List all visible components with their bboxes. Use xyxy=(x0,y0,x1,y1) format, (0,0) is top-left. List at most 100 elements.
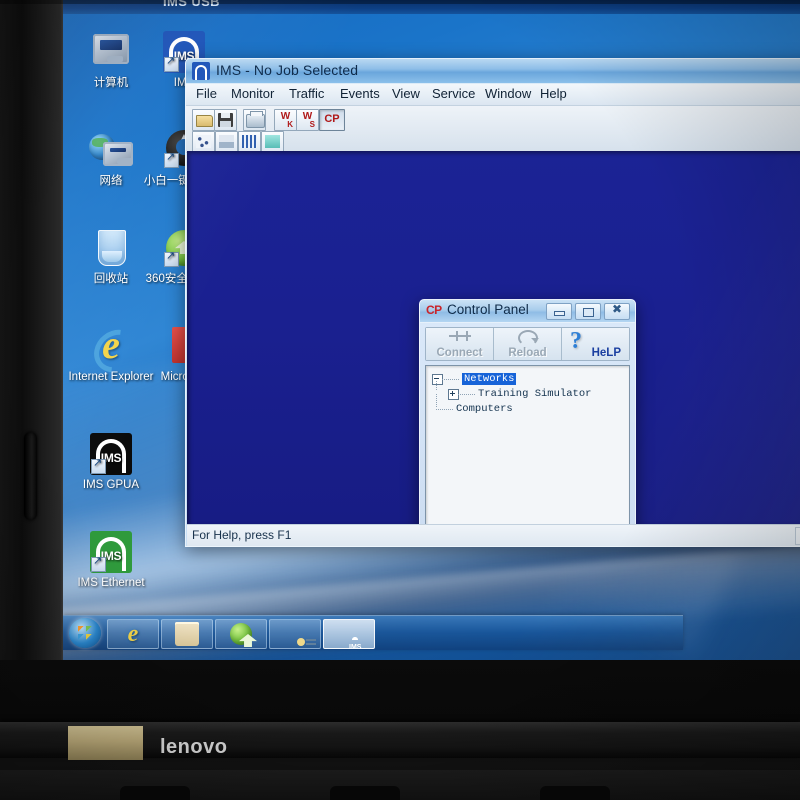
ims-window-title: IMS - No Job Selected xyxy=(216,62,359,78)
ims-icon xyxy=(192,62,210,80)
minimize-icon xyxy=(547,304,571,319)
menu-item-view[interactable]: View xyxy=(390,86,422,101)
tree-item-label: Computers xyxy=(456,403,513,415)
tree-connector xyxy=(458,394,476,395)
internet-explorer-icon: e xyxy=(85,321,147,381)
status-help-text: For Help, press F1 xyxy=(192,528,292,542)
toolbar-grid-view-button[interactable] xyxy=(238,131,261,152)
connect-button-label: Connect xyxy=(436,347,483,359)
save-floppy-icon xyxy=(218,113,233,127)
tree-connector xyxy=(436,394,437,408)
tree-item-networks[interactable]: Networks xyxy=(426,372,629,387)
ims-gpua-icon: IMS xyxy=(89,432,133,476)
toolbar-cp-button[interactable]: CP xyxy=(319,109,345,131)
ims-ethernet-icon: IMS xyxy=(89,530,133,574)
desktop-screen: IMS USB 计算机 网络 回收站 e Internet Explorer I… xyxy=(63,0,800,660)
control-panel-title: Control Panel xyxy=(447,302,529,317)
tree-item-training-simulator[interactable]: Training Simulator xyxy=(426,381,629,402)
maximize-icon xyxy=(576,304,600,319)
control-panel-dialog[interactable]: CP Control Panel Connect xyxy=(419,299,636,546)
ims-toolbar[interactable]: W K W S CP xyxy=(186,106,800,153)
photo-of-laptop-screen: IMS USB 计算机 网络 回收站 e Internet Explorer I… xyxy=(0,0,800,800)
control-panel-title-bar[interactable]: CP Control Panel xyxy=(420,300,635,323)
connect-icon xyxy=(448,331,471,341)
toolbar-scatter-view-button[interactable] xyxy=(192,131,215,152)
reload-button[interactable]: Reload xyxy=(494,328,562,360)
internet-explorer-icon: e xyxy=(127,621,139,647)
menu-item-service[interactable]: Service xyxy=(430,86,477,101)
desktop-icon-ims-gpua[interactable]: IMS IMS GPUA xyxy=(68,432,154,492)
laptop-deck-vent xyxy=(330,786,400,800)
reload-button-label: Reload xyxy=(508,347,547,359)
network-icon xyxy=(89,128,133,172)
windows-taskbar[interactable]: e IMS xyxy=(63,615,683,651)
reload-icon xyxy=(517,330,539,346)
mdi-client-area[interactable]: CP Control Panel Connect xyxy=(187,151,800,546)
taskbar-item-device-manager[interactable] xyxy=(269,619,321,649)
laptop-latch xyxy=(24,432,37,520)
open-folder-icon xyxy=(196,115,213,127)
laptop-deck-vent xyxy=(540,786,610,800)
toolbar-open-button[interactable] xyxy=(192,109,215,131)
wk-icon-sub: K xyxy=(287,120,293,129)
taskbar-item-360-browser[interactable] xyxy=(215,619,267,649)
tree-connector xyxy=(442,379,460,380)
taskbar-item-ims[interactable]: IMS xyxy=(323,619,375,651)
maximize-button[interactable] xyxy=(575,303,601,320)
control-panel-body: Connect Reload ? HeLP Networks Training … xyxy=(420,322,635,546)
toolbar-list-view-button[interactable] xyxy=(215,131,238,152)
ims-menu-bar[interactable]: File Monitor Traffic Events View Service… xyxy=(186,84,800,106)
close-icon xyxy=(605,302,629,319)
close-button[interactable] xyxy=(604,302,630,320)
cp-icon: CP xyxy=(426,303,442,317)
laptop-hinge-gold-trim xyxy=(68,726,143,760)
laptop-left-bezel xyxy=(0,0,63,712)
menu-item-file[interactable]: File xyxy=(194,86,219,101)
tree-item-label: Training Simulator xyxy=(478,388,592,400)
start-button[interactable] xyxy=(69,618,101,648)
desktop-icon-ims-ethernet[interactable]: IMS IMS Ethernet xyxy=(68,530,154,590)
360-browser-icon xyxy=(230,623,252,645)
minimize-button[interactable] xyxy=(546,303,572,320)
menu-item-events[interactable]: Events xyxy=(338,86,382,101)
toolbar-save-button[interactable] xyxy=(214,109,237,131)
top-shadow xyxy=(0,0,800,4)
menu-item-window[interactable]: Window xyxy=(483,86,533,101)
recycle-bin-icon xyxy=(89,226,133,270)
control-panel-button-bar: Connect Reload ? HeLP xyxy=(425,327,630,361)
toolbar-wk-button[interactable]: W K xyxy=(274,109,297,131)
help-button-label: HeLP xyxy=(591,347,621,359)
grid-view-icon xyxy=(242,135,257,148)
laptop-deck-vent xyxy=(120,786,190,800)
network-tree-view[interactable]: Networks Training Simulator Computers xyxy=(425,365,630,546)
connect-button[interactable]: Connect xyxy=(426,328,494,360)
menu-item-traffic[interactable]: Traffic xyxy=(287,86,326,101)
printer-icon xyxy=(246,111,265,128)
scatter-view-icon xyxy=(196,135,211,148)
ims-status-bar: For Help, press F1 No Device C xyxy=(187,524,800,546)
toolbar-print-button[interactable] xyxy=(243,109,266,131)
tree-item-computers[interactable]: Computers xyxy=(426,394,629,417)
ims-application-window[interactable]: IMS - No Job Selected File Monitor Traff… xyxy=(185,58,800,547)
menu-item-help[interactable]: Help xyxy=(538,86,569,101)
folder-icon xyxy=(175,622,199,646)
lenovo-logo: lenovo xyxy=(160,736,228,758)
status-device-text: No Device C xyxy=(794,527,800,545)
taskbar-item-internet-explorer[interactable]: e xyxy=(107,619,159,649)
desktop-icon-label: IMS GPUA xyxy=(82,479,140,491)
toolbar-panel-view-button[interactable] xyxy=(261,131,284,152)
computer-icon xyxy=(89,30,133,74)
help-button[interactable]: ? HeLP xyxy=(562,328,629,360)
tree-connector xyxy=(436,381,437,391)
taskbar-item-file-explorer[interactable] xyxy=(161,619,213,649)
list-view-icon xyxy=(219,135,234,148)
desktop-icon-label: IMS Ethernet xyxy=(77,577,145,589)
panel-view-icon xyxy=(265,135,280,148)
menu-item-monitor[interactable]: Monitor xyxy=(229,86,276,101)
tree-connector xyxy=(436,409,454,410)
toolbar-ws-button[interactable]: W S xyxy=(296,109,319,131)
ims-title-bar[interactable]: IMS - No Job Selected xyxy=(186,59,800,84)
ws-icon-sub: S xyxy=(309,120,315,129)
tree-item-label: Networks xyxy=(462,373,517,385)
cp-icon-label: CP xyxy=(324,113,340,125)
